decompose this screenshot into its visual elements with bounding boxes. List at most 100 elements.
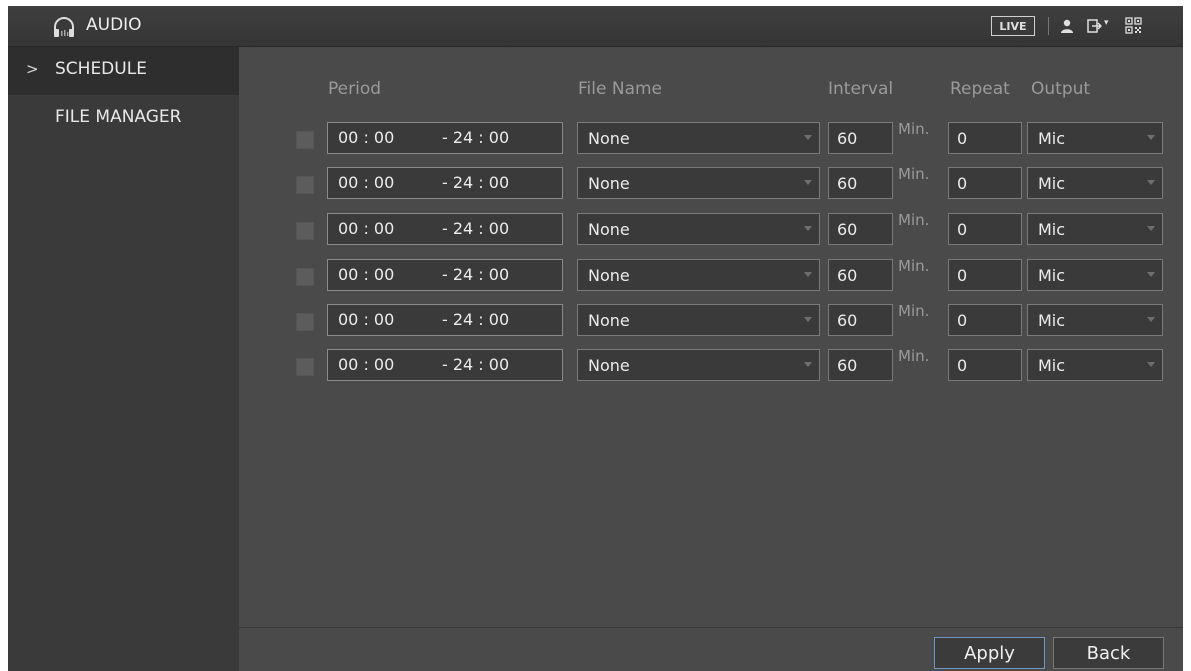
repeat-value: 0 xyxy=(957,311,968,330)
interval-input[interactable]: 60 xyxy=(828,122,893,154)
output-select[interactable]: Mic xyxy=(1027,167,1163,199)
period-time-field[interactable]: 00 : 00 - 24 : 00 xyxy=(327,167,563,199)
interval-input[interactable]: 60 xyxy=(828,259,893,291)
repeat-input[interactable]: 0 xyxy=(948,122,1022,154)
repeat-input[interactable]: 0 xyxy=(948,304,1022,336)
file-name-value: None xyxy=(588,266,630,285)
column-header-output: Output xyxy=(1031,79,1091,99)
interval-value: 60 xyxy=(837,266,858,285)
output-select[interactable]: Mic xyxy=(1027,122,1163,154)
sidebar-item-schedule[interactable]: > SCHEDULE xyxy=(8,47,239,95)
row-enable-checkbox[interactable] xyxy=(296,222,314,240)
interval-unit-label: Min. xyxy=(898,211,930,229)
sidebar-item-label: SCHEDULE xyxy=(55,59,147,79)
interval-unit-label: Min. xyxy=(898,257,930,275)
dropdown-arrow-icon xyxy=(804,226,812,231)
output-select[interactable]: Mic xyxy=(1027,349,1163,381)
interval-input[interactable]: 60 xyxy=(828,304,893,336)
period-end[interactable]: - 24 : 00 xyxy=(442,128,509,147)
file-name-value: None xyxy=(588,129,630,148)
period-start[interactable]: 00 : 00 xyxy=(338,310,394,329)
period-time-field[interactable]: 00 : 00 - 24 : 00 xyxy=(327,213,563,245)
output-select[interactable]: Mic xyxy=(1027,213,1163,245)
period-start[interactable]: 00 : 00 xyxy=(338,265,394,284)
period-end[interactable]: - 24 : 00 xyxy=(442,355,509,374)
period-time-field[interactable]: 00 : 00 - 24 : 00 xyxy=(327,122,563,154)
dropdown-arrow-icon xyxy=(804,362,812,367)
file-name-select[interactable]: None xyxy=(577,259,820,291)
file-name-select[interactable]: None xyxy=(577,304,820,336)
dropdown-arrow-icon xyxy=(1147,226,1155,231)
back-button[interactable]: Back xyxy=(1053,637,1164,669)
interval-unit-label: Min. xyxy=(898,302,930,320)
repeat-input[interactable]: 0 xyxy=(948,167,1022,199)
interval-value: 60 xyxy=(837,220,858,239)
column-header-interval: Interval xyxy=(828,79,894,99)
repeat-value: 0 xyxy=(957,220,968,239)
table-row: 00 : 00 - 24 : 00 None 60 Min. 0 Mic xyxy=(239,165,1183,201)
user-icon[interactable] xyxy=(1059,18,1075,34)
row-enable-checkbox[interactable] xyxy=(296,358,314,376)
row-enable-checkbox[interactable] xyxy=(296,268,314,286)
row-enable-checkbox[interactable] xyxy=(296,313,314,331)
file-name-select[interactable]: None xyxy=(577,122,820,154)
interval-value: 60 xyxy=(837,311,858,330)
interval-input[interactable]: 60 xyxy=(828,349,893,381)
qr-code-icon[interactable] xyxy=(1125,17,1142,34)
dropdown-arrow-icon xyxy=(804,317,812,322)
period-time-field[interactable]: 00 : 00 - 24 : 00 xyxy=(327,349,563,381)
footer-divider xyxy=(239,627,1183,628)
dropdown-arrow-icon xyxy=(1147,317,1155,322)
repeat-input[interactable]: 0 xyxy=(948,259,1022,291)
column-header-period: Period xyxy=(328,79,382,99)
sidebar-item-file-manager[interactable]: FILE MANAGER xyxy=(8,95,239,143)
period-start[interactable]: 00 : 00 xyxy=(338,355,394,374)
output-value: Mic xyxy=(1038,220,1066,239)
output-select[interactable]: Mic xyxy=(1027,304,1163,336)
interval-input[interactable]: 60 xyxy=(828,213,893,245)
repeat-value: 0 xyxy=(957,266,968,285)
interval-input[interactable]: 60 xyxy=(828,167,893,199)
period-time-field[interactable]: 00 : 00 - 24 : 00 xyxy=(327,259,563,291)
period-start[interactable]: 00 : 00 xyxy=(338,128,394,147)
logout-icon[interactable] xyxy=(1086,18,1102,34)
sidebar-item-label: FILE MANAGER xyxy=(55,107,182,127)
output-value: Mic xyxy=(1038,174,1066,193)
table-row: 00 : 00 - 24 : 00 None 60 Min. 0 Mic xyxy=(239,120,1183,156)
interval-value: 60 xyxy=(837,129,858,148)
file-name-select[interactable]: None xyxy=(577,167,820,199)
period-end[interactable]: - 24 : 00 xyxy=(442,173,509,192)
period-end[interactable]: - 24 : 00 xyxy=(442,219,509,238)
period-end[interactable]: - 24 : 00 xyxy=(442,310,509,329)
chevron-down-icon[interactable]: ▾ xyxy=(1104,18,1109,28)
row-enable-checkbox[interactable] xyxy=(296,131,314,149)
topbar-divider xyxy=(1048,17,1049,35)
schedule-panel: Period File Name Interval Repeat Output … xyxy=(239,47,1183,671)
output-select[interactable]: Mic xyxy=(1027,259,1163,291)
output-value: Mic xyxy=(1038,266,1066,285)
file-name-value: None xyxy=(588,356,630,375)
file-name-value: None xyxy=(588,311,630,330)
dropdown-arrow-icon xyxy=(804,272,812,277)
period-start[interactable]: 00 : 00 xyxy=(338,219,394,238)
row-enable-checkbox[interactable] xyxy=(296,176,314,194)
period-start[interactable]: 00 : 00 xyxy=(338,173,394,192)
table-row: 00 : 00 - 24 : 00 None 60 Min. 0 Mic xyxy=(239,302,1183,338)
interval-value: 60 xyxy=(837,356,858,375)
file-name-value: None xyxy=(588,220,630,239)
live-button[interactable]: LIVE xyxy=(991,16,1035,36)
chevron-right-icon: > xyxy=(26,60,39,78)
repeat-input[interactable]: 0 xyxy=(948,349,1022,381)
repeat-input[interactable]: 0 xyxy=(948,213,1022,245)
file-name-select[interactable]: None xyxy=(577,213,820,245)
page-title: AUDIO xyxy=(86,15,142,35)
dropdown-arrow-icon xyxy=(1147,272,1155,277)
output-value: Mic xyxy=(1038,356,1066,375)
repeat-value: 0 xyxy=(957,174,968,193)
dropdown-arrow-icon xyxy=(1147,135,1155,140)
apply-button[interactable]: Apply xyxy=(934,637,1045,669)
period-end[interactable]: - 24 : 00 xyxy=(442,265,509,284)
output-value: Mic xyxy=(1038,311,1066,330)
period-time-field[interactable]: 00 : 00 - 24 : 00 xyxy=(327,304,563,336)
file-name-select[interactable]: None xyxy=(577,349,820,381)
